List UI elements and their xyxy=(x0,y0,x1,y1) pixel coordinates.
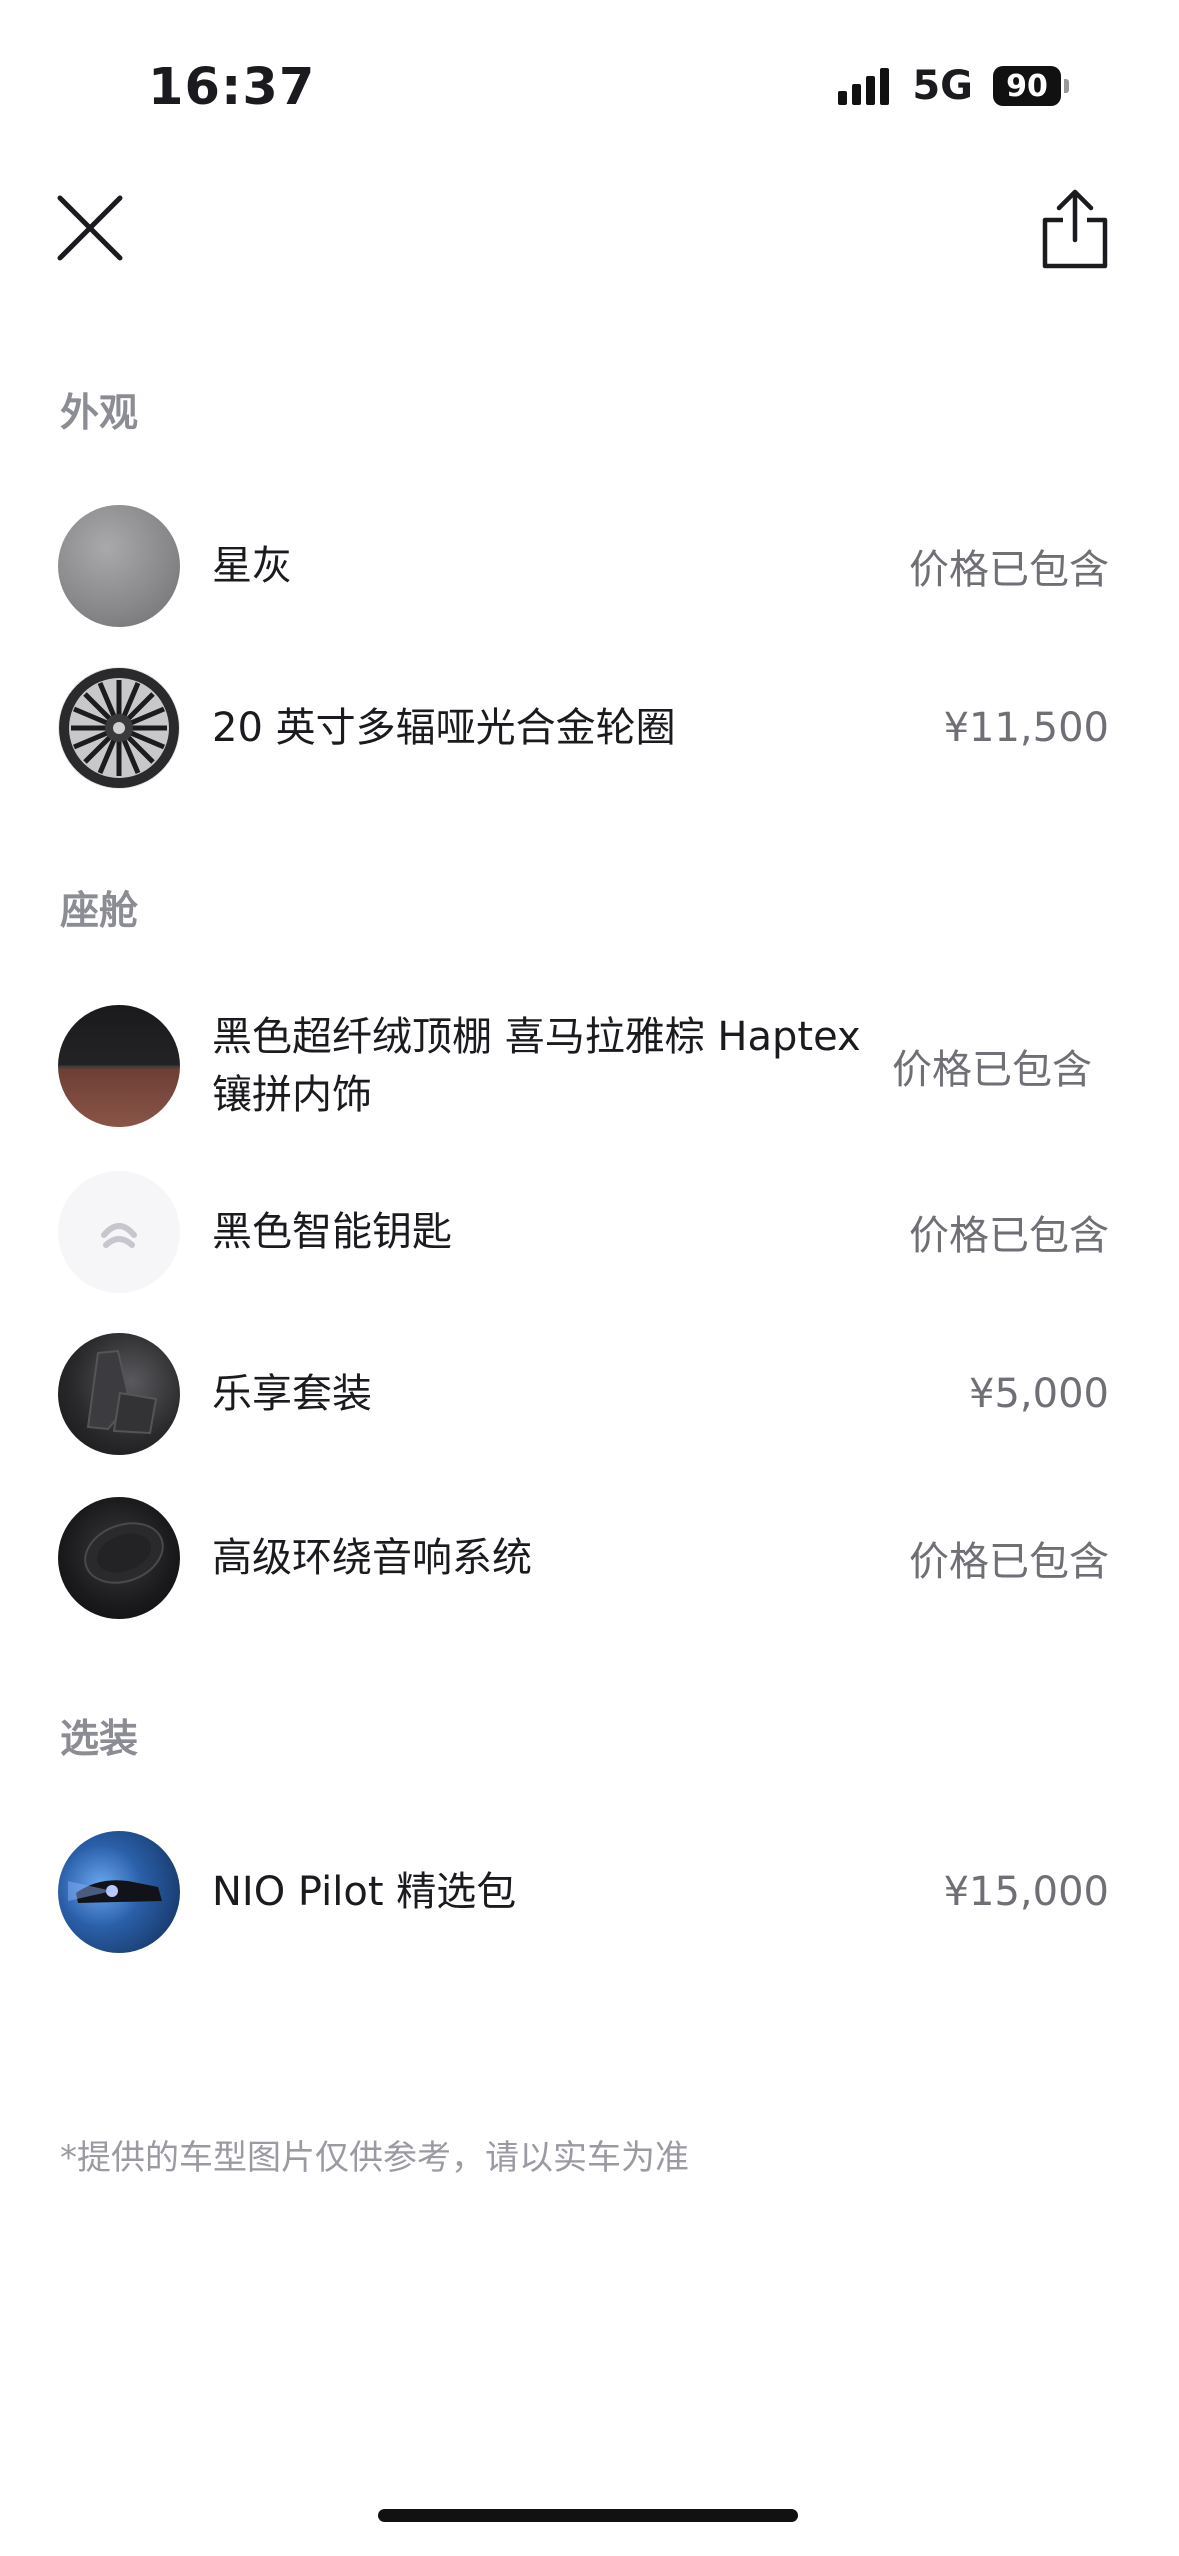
speaker-icon xyxy=(58,1497,180,1619)
list-item[interactable]: 星灰 价格已包含 xyxy=(58,504,1109,628)
battery-icon: 90 xyxy=(993,66,1069,106)
item-price: ¥5,000 xyxy=(969,1371,1109,1417)
item-name: 乐享套装 xyxy=(212,1371,372,1417)
item-name: 高级环绕音响系统 xyxy=(212,1535,532,1581)
seat-icon xyxy=(58,1333,180,1455)
smart-key-icon xyxy=(58,1171,180,1293)
item-price: 价格已包含 xyxy=(892,1047,1092,1093)
item-price: 价格已包含 xyxy=(909,1539,1109,1585)
item-price: ¥11,500 xyxy=(943,705,1109,751)
status-time: 16:37 xyxy=(148,58,316,117)
list-item[interactable]: NIO Pilot 精选包 ¥15,000 xyxy=(58,1830,1109,1954)
alloy-wheel-icon xyxy=(58,667,180,789)
signal-icon xyxy=(838,67,894,105)
item-price: ¥15,000 xyxy=(943,1869,1109,1915)
status-indicators: 5G 90 xyxy=(838,63,1069,109)
network-type: 5G xyxy=(912,63,973,109)
grey-paint-swatch-icon xyxy=(58,505,180,627)
close-icon xyxy=(57,195,123,261)
list-item[interactable]: 黑色超纤绒顶棚 喜马拉雅棕 Haptex 镶拼内饰 价格已包含 xyxy=(58,1004,1109,1128)
share-button[interactable] xyxy=(1037,186,1113,270)
share-icon xyxy=(1042,189,1108,269)
list-item[interactable]: 黑色智能钥匙 价格已包含 xyxy=(58,1170,1109,1294)
item-price: 价格已包含 xyxy=(909,547,1109,593)
section-title-exterior: 外观 xyxy=(60,391,139,436)
list-item[interactable]: 20 英寸多辐哑光合金轮圈 ¥11,500 xyxy=(58,666,1109,790)
disclaimer-note: *提供的车型图片仅供参考，请以实车为准 xyxy=(60,2138,689,2178)
item-price: 价格已包含 xyxy=(909,1213,1109,1259)
battery-level: 90 xyxy=(993,66,1061,106)
close-button[interactable] xyxy=(52,190,128,266)
item-name: NIO Pilot 精选包 xyxy=(212,1869,517,1915)
list-item[interactable]: 高级环绕音响系统 价格已包含 xyxy=(58,1496,1109,1620)
nio-pilot-icon xyxy=(58,1831,180,1953)
section-title-options: 选装 xyxy=(60,1717,139,1762)
item-name: 黑色超纤绒顶棚 喜马拉雅棕 Haptex 镶拼内饰 xyxy=(212,1014,861,1118)
home-indicator[interactable] xyxy=(378,2509,798,2522)
item-name: 20 英寸多辐哑光合金轮圈 xyxy=(212,705,676,751)
item-name: 星灰 xyxy=(212,543,292,589)
section-title-cabin: 座舱 xyxy=(60,889,139,934)
interior-swatch-icon xyxy=(58,1005,180,1127)
item-name: 黑色智能钥匙 xyxy=(212,1209,452,1255)
list-item[interactable]: 乐享套装 ¥5,000 xyxy=(58,1332,1109,1456)
